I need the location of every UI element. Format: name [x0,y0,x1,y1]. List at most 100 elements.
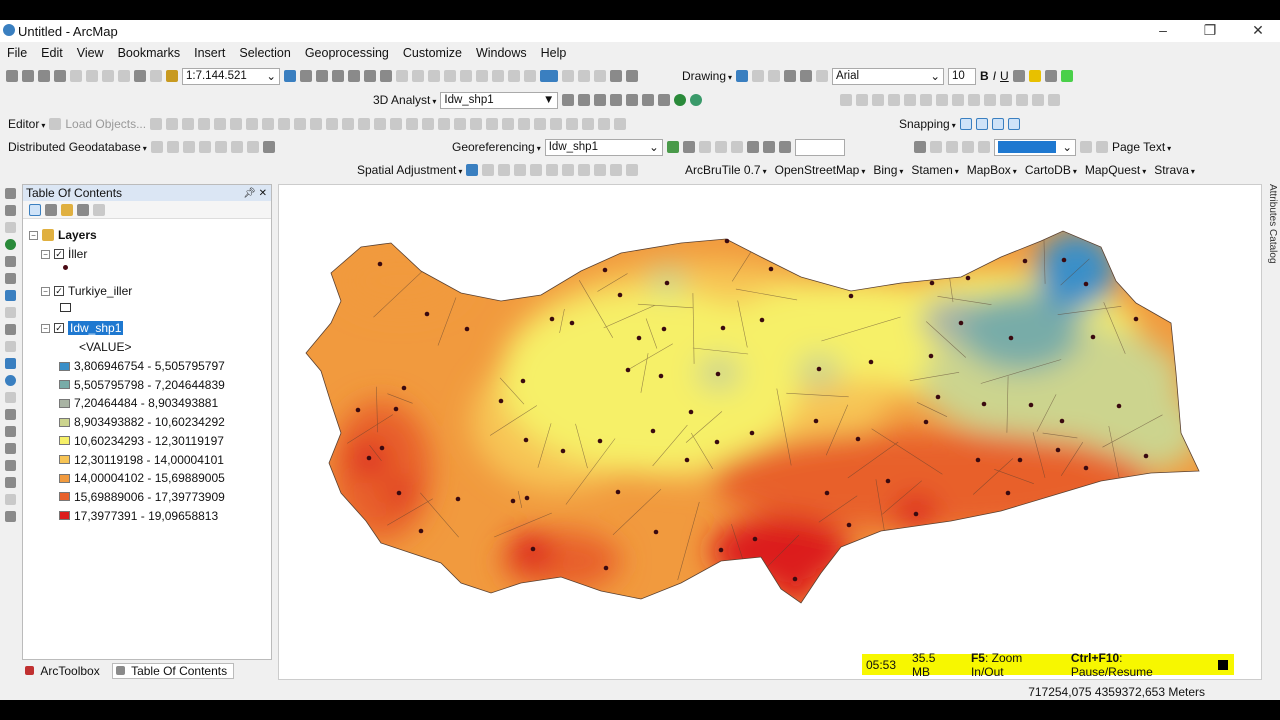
brutile-menu-mapbox[interactable]: MapBox [967,163,1017,177]
toc-icon[interactable] [300,70,312,82]
legend-class[interactable]: 15,69889006 - 17,39773909 [59,490,225,504]
legend-class[interactable]: 7,20464484 - 8,903493881 [59,396,218,410]
add-data-icon[interactable] [166,70,178,82]
brutile-menu-cartodb[interactable]: CartoDB [1025,163,1077,177]
layer-checkbox[interactable]: ✓ [54,323,64,333]
georeferencing-menu[interactable]: Georeferencing [452,140,541,154]
menu-file[interactable]: File [0,44,34,64]
find-icon[interactable] [4,443,16,454]
add-control-points-icon[interactable] [666,141,679,153]
color-swatch[interactable] [540,70,558,82]
menu-customize[interactable]: Customize [396,44,469,64]
delete-icon[interactable] [118,70,130,82]
spatial-adjustment-menu[interactable]: Spatial Adjustment [357,163,462,177]
legend-class[interactable]: 3,806946754 - 5,505795797 [59,359,225,373]
select-features-icon[interactable] [4,324,16,335]
layer-checkbox[interactable]: ✓ [54,249,64,259]
page-text-menu[interactable]: Page Text [1112,140,1171,154]
underline-button[interactable]: U [1000,69,1009,83]
map-view[interactable] [278,184,1262,680]
tab-catalog[interactable]: Catalog [1267,229,1278,263]
3d-layer-combo[interactable]: Idw_shp1 ▼ [440,91,559,109]
end-snap-icon[interactable] [975,118,988,130]
find-route-icon[interactable] [4,460,16,471]
list-by-selection-icon[interactable] [77,203,89,216]
stop-icon[interactable] [1218,659,1228,670]
copy-icon[interactable] [86,70,98,82]
cut-icon[interactable] [70,70,82,82]
tab-attributes[interactable]: Attributes [1267,184,1278,226]
select-elements-icon[interactable] [4,358,16,369]
list-by-visibility-icon[interactable] [61,203,73,216]
editor-menu[interactable]: Editor [8,117,45,131]
drawing-menu[interactable]: Drawing [682,69,732,83]
legend-class[interactable]: 8,903493882 - 10,60234292 [59,415,225,429]
font-size-combo[interactable]: 10 [948,67,977,85]
bold-button[interactable]: B [980,69,989,83]
full-extent-icon[interactable] [4,239,16,250]
tab-table-of-contents[interactable]: Table Of Contents [111,663,235,679]
legend-class[interactable]: 14,00004102 - 15,69889005 [59,471,225,485]
html-popup-icon[interactable] [4,409,16,420]
point-symbol[interactable] [63,265,68,270]
editor-toolbar-icon[interactable] [284,70,296,82]
rotate-input[interactable] [794,138,845,156]
text-icon[interactable] [800,70,813,82]
select-icon[interactable] [466,164,479,176]
save-icon[interactable] [38,70,50,82]
vertex-snap-icon[interactable] [991,118,1004,130]
list-by-source-icon[interactable] [45,203,57,216]
snapping-menu[interactable]: Snapping [899,117,956,131]
back-icon[interactable] [4,290,16,301]
tab-arctoolbox[interactable]: ArcToolbox [22,664,106,678]
paste-icon[interactable] [102,70,114,82]
menu-edit[interactable]: Edit [34,44,70,64]
arctoolbox-icon[interactable] [348,70,360,82]
page-combo[interactable]: ⌄ [994,138,1076,156]
georef-layer-combo[interactable]: Idw_shp1 ⌄ [544,138,663,156]
undo-icon[interactable] [134,70,146,82]
toc-close-icon[interactable]: ✕ [259,188,267,199]
italic-button[interactable]: I [993,69,996,83]
layer-checkbox[interactable]: ✓ [54,286,64,296]
legend-class[interactable]: 5,505795798 - 7,204644839 [59,378,225,392]
legend-class[interactable]: 12,30119198 - 14,00004101 [59,453,224,467]
new-icon[interactable] [6,70,18,82]
brutile-menu-arcbrutile-0-7[interactable]: ArcBruTile 0.7 [685,163,767,177]
layer-idw-shp1[interactable]: − ✓ Idw_shp1 [41,321,124,335]
menu-help[interactable]: Help [534,44,574,64]
brutile-menu-openstreetmap[interactable]: OpenStreetMap [775,163,866,177]
menu-bookmarks[interactable]: Bookmarks [111,44,188,64]
menu-insert[interactable]: Insert [187,44,232,64]
font-color-icon[interactable] [1012,70,1025,82]
fixed-zoom-out-icon[interactable] [4,273,16,284]
pin-icon[interactable]: 📌︎ [243,188,256,199]
restore-button[interactable]: ❐ [1195,22,1225,39]
marker-color-icon[interactable] [1060,70,1073,82]
brutile-menu-bing[interactable]: Bing [873,163,903,177]
menu-geoprocessing[interactable]: Geoprocessing [298,44,396,64]
close-button[interactable]: ✕ [1243,22,1273,39]
load-objects-button[interactable]: Load Objects... [65,117,146,131]
layers-root[interactable]: − Layers [29,228,97,242]
identify-icon[interactable] [4,375,16,386]
list-by-drawing-order-icon[interactable] [29,203,41,216]
python-icon[interactable] [364,70,376,82]
fill-color-icon[interactable] [1028,70,1041,82]
polygon-symbol[interactable] [60,303,71,312]
legend-class[interactable]: 10,60234293 - 12,30119197 [59,434,224,448]
brutile-menu-strava[interactable]: Strava [1154,163,1195,177]
layer-turkiye-iller[interactable]: − ✓ Turkiye_iller [41,284,132,298]
select-elements-icon[interactable] [736,70,749,82]
goto-xy-icon[interactable] [4,477,16,488]
line-color-icon[interactable] [1044,70,1057,82]
edge-snap-icon[interactable] [1007,118,1020,130]
pan-icon[interactable] [4,222,16,233]
layer-iller[interactable]: − ✓ İller [41,247,87,261]
time-slider-icon[interactable] [4,511,16,522]
legend-class[interactable]: 17,3977391 - 19,09658813 [59,509,218,523]
minimize-button[interactable]: – [1148,22,1178,38]
point-snap-icon[interactable] [959,118,972,130]
search-window-icon[interactable] [332,70,344,82]
3d-analyst-menu[interactable]: 3D Analyst [373,93,436,107]
